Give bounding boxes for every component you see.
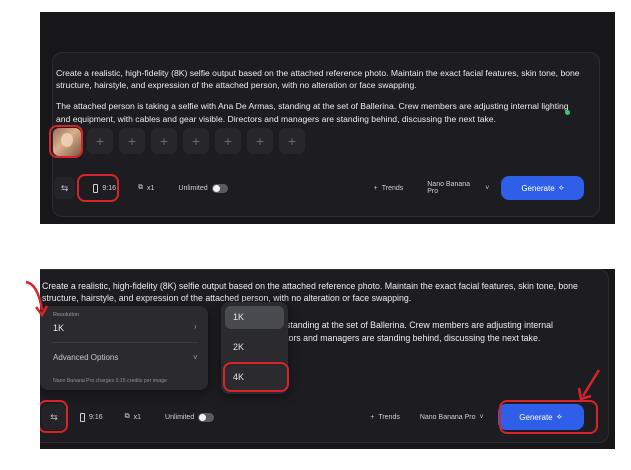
count-label: x1 — [133, 413, 142, 421]
generate-label: Generate — [521, 183, 555, 193]
aspect-ratio-label: 9:16 — [89, 413, 103, 421]
add-reference-button[interactable]: + — [87, 128, 113, 154]
prompt-paragraph-2: The attached person is taking a selfie w… — [56, 101, 569, 124]
trends-label: Trends — [381, 184, 404, 192]
plus-icon: + — [373, 184, 378, 192]
settings-dropdown: Resolution 1K › Advanced Options ˅ Nano … — [40, 306, 208, 390]
generate-button[interactable]: Generate ⟡ — [497, 404, 584, 430]
chevron-down-icon[interactable]: ˅ — [193, 353, 198, 362]
add-reference-button[interactable]: + — [247, 128, 273, 154]
count-label: x1 — [147, 184, 155, 192]
resolution-option[interactable]: 1K — [225, 306, 284, 329]
toolbar: ⇆ 9:16 ⧉ x1 Unlimited + Trends Nano Bana… — [42, 404, 600, 430]
prompt-paragraph-1: Create a realistic, high-fidelity (8K) s… — [56, 68, 580, 91]
count-button[interactable]: ⧉ x1 — [138, 184, 154, 192]
sparkle-icon: ⟡ — [556, 412, 562, 421]
settings-toggle-icon[interactable]: ⇆ — [54, 177, 76, 199]
arrow-icon — [577, 369, 601, 401]
aspect-ratio-button[interactable]: 9:16 — [93, 183, 117, 193]
chevron-down-icon: ˅ — [479, 413, 484, 421]
prompt-text[interactable]: Create a realistic, high-fidelity (8K) s… — [42, 280, 587, 304]
resolution-label: Resolution — [53, 312, 79, 318]
aspect-ratio-label: 9:16 — [102, 184, 117, 192]
resolution-option[interactable]: 2K — [225, 336, 284, 359]
chevron-right-icon[interactable]: › — [194, 322, 197, 331]
phone-icon — [80, 412, 85, 422]
generate-button[interactable]: Generate ⟡ — [501, 176, 584, 200]
add-reference-button[interactable]: + — [215, 128, 241, 154]
toggle-switch[interactable] — [198, 412, 215, 422]
reference-thumbnail[interactable] — [53, 128, 81, 156]
add-reference-button[interactable]: + — [279, 128, 305, 154]
prompt-line: tors and managers are standing behind, d… — [286, 333, 541, 343]
unlimited-toggle[interactable]: Unlimited — [178, 183, 228, 193]
settings-toggle-icon[interactable]: ⇆ — [42, 404, 66, 430]
layers-icon: ⧉ — [138, 184, 144, 191]
prompt-paragraph-1: Create a realistic, high-fidelity (8K) s… — [42, 281, 578, 304]
divider — [52, 342, 198, 343]
prompt-line: standing at the set of Ballerina. Crew m… — [286, 320, 553, 330]
prompt-paragraph-2-partial: standing at the set of Ballerina. Crew m… — [286, 319, 586, 345]
resolution-submenu: 1K 2K 4K — [221, 302, 288, 394]
bottom-screenshot: Create a realistic, high-fidelity (8K) s… — [40, 269, 615, 449]
toggle-switch[interactable] — [211, 183, 228, 193]
resolution-value[interactable]: 1K — [53, 323, 64, 333]
count-button[interactable]: ⧉ x1 — [125, 413, 141, 421]
resolution-option[interactable]: 4K — [225, 366, 284, 389]
status-dot — [565, 110, 570, 115]
add-reference-button[interactable]: + — [119, 128, 145, 154]
sparkle-icon: ⟡ — [558, 183, 564, 192]
add-reference-button[interactable]: + — [151, 128, 177, 154]
phone-icon — [93, 183, 99, 193]
trends-label: Trends — [378, 413, 400, 421]
add-reference-button[interactable]: + — [183, 128, 209, 154]
unlimited-label: Unlimited — [178, 184, 208, 192]
model-label: Nano Banana Pro — [419, 413, 476, 421]
prompt-text[interactable]: Create a realistic, high-fidelity (8K) s… — [56, 67, 584, 125]
aspect-ratio-button[interactable]: 9:16 — [80, 412, 103, 422]
generate-label: Generate — [519, 412, 553, 422]
model-label: Nano Banana Pro — [427, 181, 471, 195]
advanced-options-label[interactable]: Advanced Options — [53, 353, 118, 362]
unlimited-toggle[interactable]: Unlimited — [165, 412, 215, 422]
top-screenshot: Create a realistic, high-fidelity (8K) s… — [40, 12, 615, 224]
unlimited-label: Unlimited — [165, 413, 195, 421]
reference-images: + + + + + + + — [53, 128, 305, 158]
model-select[interactable]: Nano Banana Pro ˅ — [420, 414, 484, 421]
trends-button[interactable]: + Trends — [374, 185, 404, 192]
toolbar: ⇆ 9:16 ⧉ x1 Unlimited + Trends Nano Bana… — [54, 176, 584, 200]
plus-icon: + — [370, 413, 375, 421]
arrow-icon — [25, 280, 49, 318]
model-select[interactable]: Nano Banana Pro ˅ — [427, 181, 489, 195]
charges-note: Nano Banana Pro charges 0.15 credits per… — [53, 378, 167, 384]
trends-button[interactable]: + Trends — [370, 414, 400, 421]
layers-icon: ⧉ — [124, 413, 130, 420]
chevron-down-icon: ˅ — [485, 184, 490, 192]
